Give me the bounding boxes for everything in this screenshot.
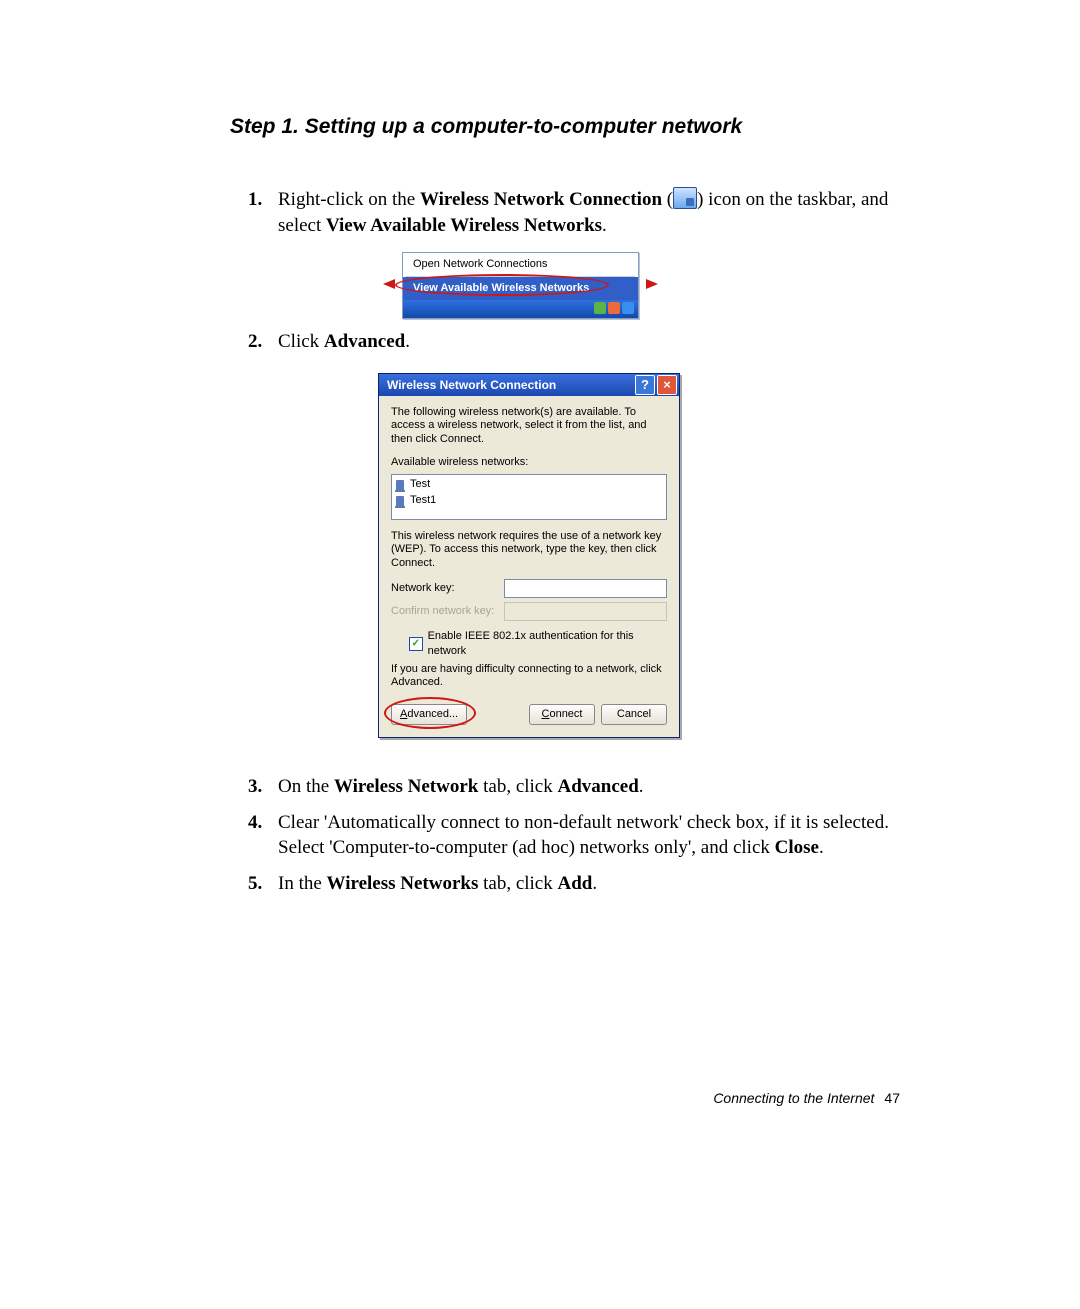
step-3: On the Wireless Network tab, click Advan… [278, 774, 900, 800]
section-title: Step 1. Setting up a computer-to-compute… [230, 115, 900, 139]
network-key-input[interactable] [504, 579, 667, 598]
step-1-text-a: Right-click on the [278, 189, 420, 210]
step-3-text-c: . [639, 776, 644, 797]
step-5-text-a: In the [278, 873, 327, 894]
taskbar-tray [403, 300, 638, 318]
step-1-bold-2: View Available Wireless Networks [326, 215, 602, 236]
step-1-text-b: ( [662, 189, 673, 210]
difficulty-note-text: If you are having difficulty connecting … [391, 663, 667, 691]
advanced-button[interactable]: Advanced... [391, 704, 467, 725]
help-button[interactable]: ? [635, 375, 655, 395]
close-button[interactable]: × [657, 375, 677, 395]
tray-icon [622, 302, 634, 314]
confirm-key-label: Confirm network key: [391, 604, 496, 619]
cancel-button[interactable]: Cancel [601, 704, 667, 725]
step-1: Right-click on the Wireless Network Conn… [278, 187, 900, 319]
network-list-item[interactable]: Test1 [396, 493, 662, 509]
available-networks-list[interactable]: Test Test1 [391, 474, 667, 520]
network-icon [396, 496, 404, 506]
menu-item-view-available[interactable]: View Available Wireless Networks [403, 277, 638, 300]
step-3-bold-2: Advanced [558, 776, 639, 797]
menu-item-open-connections[interactable]: Open Network Connections [403, 253, 638, 276]
network-name: Test1 [410, 493, 436, 508]
step-5: In the Wireless Networks tab, click Add. [278, 871, 900, 897]
wep-note-text: This wireless network requires the use o… [391, 530, 667, 571]
arrow-right-icon [646, 279, 658, 289]
arrow-left-icon [383, 279, 395, 289]
step-2-bold: Advanced [324, 331, 405, 352]
tray-icon [594, 302, 606, 314]
step-2-text-b: . [405, 331, 410, 352]
network-name: Test [410, 477, 430, 492]
tray-icon [608, 302, 620, 314]
network-key-label: Network key: [391, 581, 496, 596]
wireless-connection-icon [673, 187, 697, 209]
confirm-key-row: Confirm network key: [391, 602, 667, 621]
step-2-text-a: Click [278, 331, 324, 352]
step-4-bold: Close [775, 837, 819, 858]
network-list-item[interactable]: Test [396, 477, 662, 493]
step-3-text-b: tab, click [478, 776, 557, 797]
enable-8021x-row[interactable]: ✓ Enable IEEE 802.1x authentication for … [409, 629, 667, 659]
step-5-text-c: . [592, 873, 597, 894]
connect-button[interactable]: Connect [529, 704, 595, 725]
step-5-bold-1: Wireless Networks [327, 873, 479, 894]
checkbox-checked-icon[interactable]: ✓ [409, 637, 423, 651]
confirm-key-input [504, 602, 667, 621]
enable-8021x-label: Enable IEEE 802.1x authentication for th… [428, 629, 667, 659]
page-number: 47 [884, 1090, 900, 1106]
context-menu-screenshot: Open Network Connections View Available … [402, 252, 639, 319]
step-2: Click Advanced. Wireless Network Connect… [278, 329, 900, 738]
dialog-titlebar: Wireless Network Connection ? × [379, 374, 679, 396]
step-3-text-a: On the [278, 776, 334, 797]
network-key-row: Network key: [391, 579, 667, 598]
available-networks-label: Available wireless networks: [391, 455, 667, 470]
step-4: Clear 'Automatically connect to non-defa… [278, 810, 900, 861]
step-3-bold-1: Wireless Network [334, 776, 478, 797]
step-1-bold-1: Wireless Network Connection [420, 189, 662, 210]
step-4-text-b: . [819, 837, 824, 858]
step-5-text-b: tab, click [478, 873, 557, 894]
wireless-dialog-screenshot: Wireless Network Connection ? × The foll… [378, 373, 680, 739]
step-1-text-d: . [602, 215, 607, 236]
dialog-title: Wireless Network Connection [387, 377, 556, 393]
network-icon [396, 480, 404, 490]
page-footer: Connecting to the Internet 47 [713, 1090, 900, 1106]
step-5-bold-2: Add [558, 873, 593, 894]
footer-text: Connecting to the Internet [713, 1090, 874, 1106]
dialog-intro-text: The following wireless network(s) are av… [391, 406, 667, 447]
